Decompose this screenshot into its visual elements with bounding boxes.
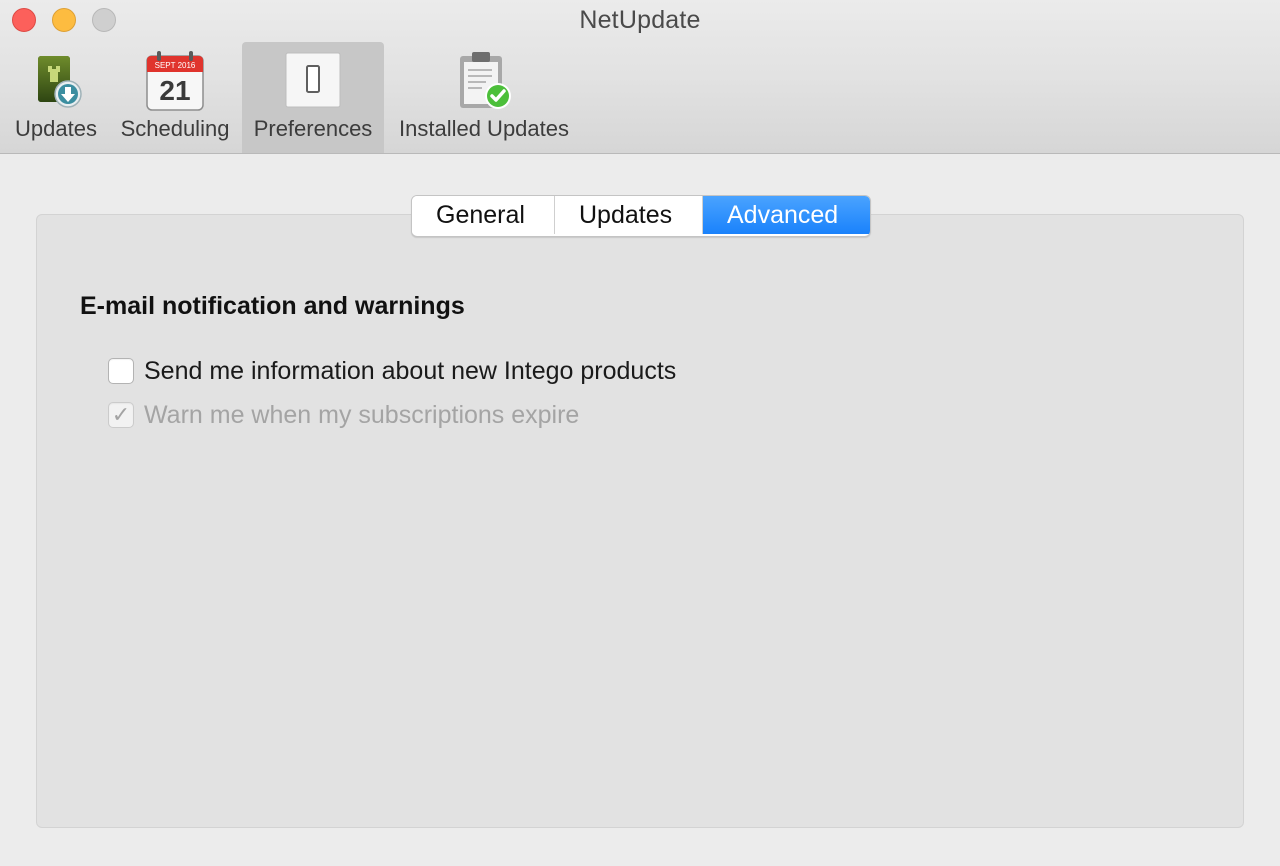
calendar-month: SEPT 2016: [155, 61, 196, 70]
tab-advanced[interactable]: Advanced: [703, 196, 870, 234]
clipboard-check-icon: [452, 48, 516, 112]
toolbar-item-preferences[interactable]: Preferences: [242, 42, 384, 153]
toolbar-item-scheduling[interactable]: SEPT 2016 21 Scheduling: [112, 42, 238, 153]
option-intego-products[interactable]: Send me information about new Intego pro…: [108, 356, 676, 386]
tower-download-icon: [24, 48, 88, 112]
window-title: NetUpdate: [579, 6, 701, 34]
toolbar-item-label: Updates: [15, 116, 97, 141]
app-window: NetUpdate Updates SEPT 2016 21 Schedulin…: [0, 0, 1280, 866]
preferences-tabs: General Updates Advanced: [411, 195, 871, 237]
calendar-icon: SEPT 2016 21: [143, 48, 207, 112]
intego-products-checkbox[interactable]: [108, 358, 134, 384]
toolbar-item-label: Preferences: [253, 116, 373, 141]
subscription-warning-checkbox: ✓: [108, 402, 134, 428]
intego-products-label: Send me information about new Intego pro…: [144, 356, 677, 385]
toolbar: NetUpdate Updates SEPT 2016 21 Schedulin…: [0, 0, 1280, 154]
tab-updates[interactable]: Updates: [555, 196, 703, 234]
switch-icon: [281, 48, 345, 112]
section-title: E-mail notification and warnings: [80, 292, 465, 320]
tab-general[interactable]: General: [412, 196, 555, 234]
toolbar-item-label: Scheduling: [120, 116, 230, 141]
calendar-day: 21: [159, 75, 190, 106]
option-subscription-warning: ✓ Warn me when my subscriptions expire: [108, 400, 579, 430]
toolbar-item-updates[interactable]: Updates: [6, 42, 106, 153]
checkmark-icon: ✓: [111, 402, 131, 427]
toolbar-item-label: Installed Updates: [399, 116, 569, 141]
toolbar-item-installed-updates[interactable]: Installed Updates: [388, 42, 580, 153]
subscription-warning-label: Warn me when my subscriptions expire: [144, 400, 580, 429]
